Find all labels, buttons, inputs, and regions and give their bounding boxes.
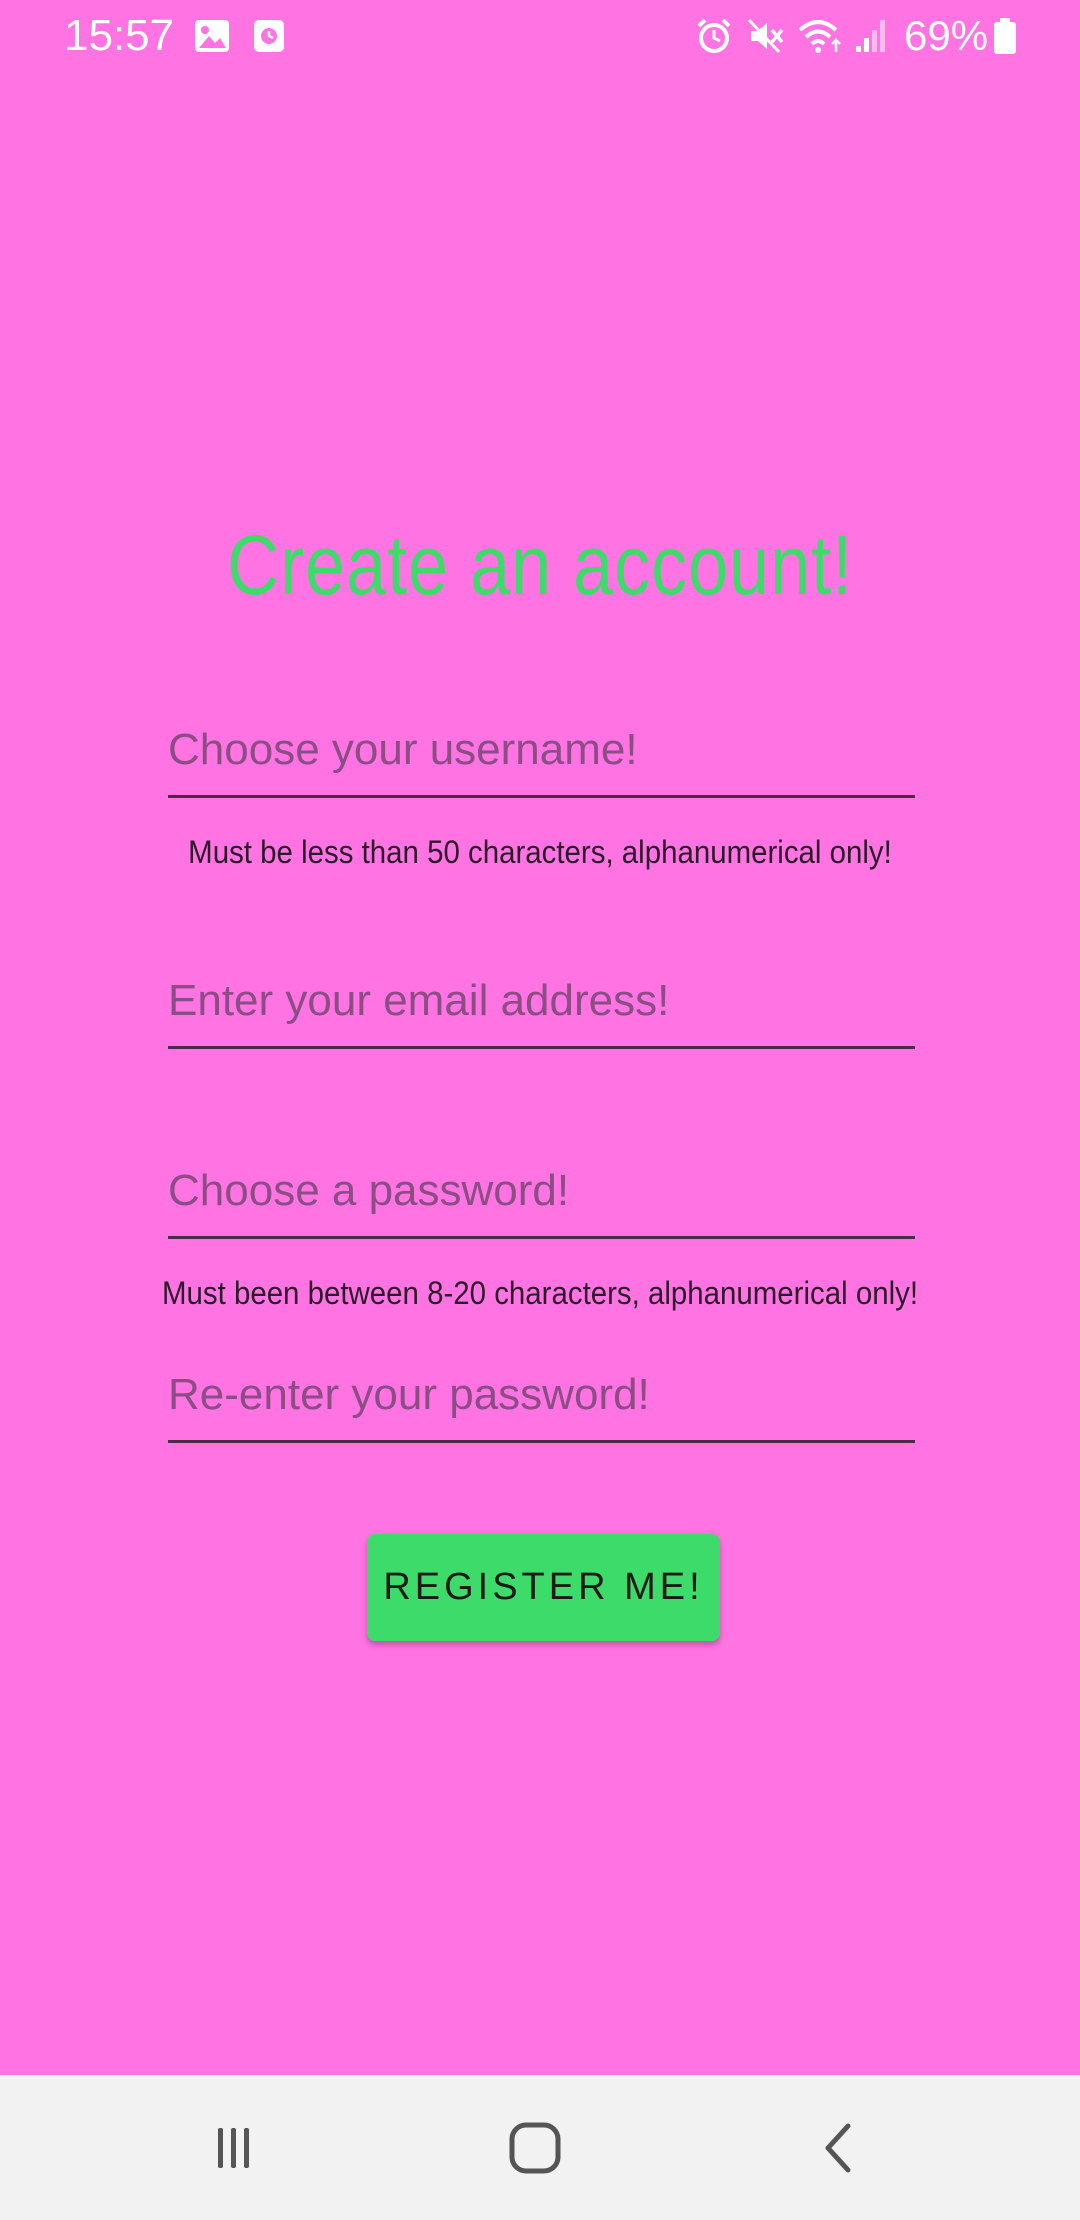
page-title: Create an account!: [227, 518, 853, 612]
password-input[interactable]: [168, 1146, 915, 1236]
email-input[interactable]: [168, 956, 915, 1046]
mute-icon: [745, 16, 785, 56]
clock-app-icon: [252, 16, 286, 56]
back-button[interactable]: [793, 2105, 883, 2195]
battery-percent: 69%: [904, 12, 989, 59]
navigation-bar: [0, 2075, 1080, 2220]
register-screen: 15:57 69% Create an account! Choose your…: [0, 0, 1080, 2075]
home-button[interactable]: [490, 2105, 580, 2195]
home-icon: [507, 2120, 563, 2180]
confirm-password-input[interactable]: [168, 1350, 915, 1440]
email-field[interactable]: [168, 956, 915, 1049]
back-icon: [818, 2120, 858, 2180]
username-hint: Must be less than 50 characters, alphanu…: [188, 834, 892, 870]
recent-apps-button[interactable]: [189, 2105, 279, 2195]
password-hint: Must been between 8-20 characters, alpha…: [161, 1275, 919, 1311]
recent-apps-icon: [209, 2123, 259, 2177]
image-icon: [193, 16, 231, 56]
status-time: 15:57: [64, 11, 175, 60]
register-button[interactable]: REGISTER ME!: [367, 1534, 720, 1641]
username-input[interactable]: [168, 705, 915, 795]
wifi-icon: [796, 16, 844, 56]
battery-icon: [992, 16, 1018, 56]
username-field[interactable]: [168, 705, 915, 798]
status-bar: 15:57 69%: [0, 0, 1080, 76]
confirm-password-field[interactable]: [168, 1350, 915, 1443]
signal-icon: [854, 16, 890, 56]
alarm-icon: [694, 16, 734, 56]
password-field[interactable]: [168, 1146, 915, 1239]
